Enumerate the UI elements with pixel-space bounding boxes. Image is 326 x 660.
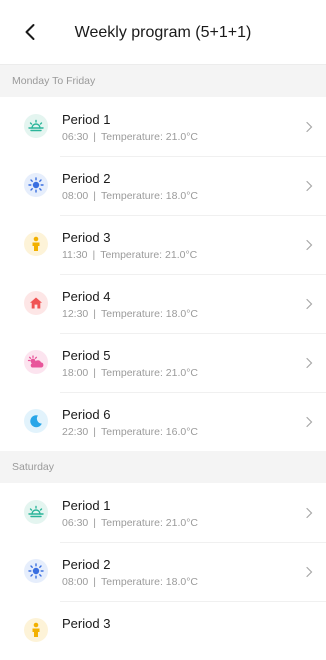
period-temperature: Temperature: 18.0°C xyxy=(101,308,199,320)
period-name: Period 5 xyxy=(62,348,111,363)
period-temperature: Temperature: 21.0°C xyxy=(101,517,199,529)
page-title: Weekly program (5+1+1) xyxy=(74,24,252,41)
period-row[interactable]: Period 1 06:30 | Temperature: 21.0°C xyxy=(0,97,326,156)
sunset-cloud-icon xyxy=(24,350,48,374)
period-time: 11:30 xyxy=(62,249,88,261)
separator: | xyxy=(92,249,96,261)
person-icon xyxy=(24,232,48,256)
period-name: Period 2 xyxy=(62,171,111,186)
period-row[interactable]: Period 3 xyxy=(0,601,326,660)
chevron-right-icon xyxy=(306,507,313,519)
period-details: 11:30 | Temperature: 21.0°C xyxy=(62,249,197,261)
period-row[interactable]: Period 2 08:00 | Temperature: 18.0°C xyxy=(0,156,326,215)
period-row[interactable]: Period 2 08:00 | Temperature: 18.0°C xyxy=(0,542,326,601)
sunrise-icon xyxy=(24,114,48,138)
period-details: 12:30 | Temperature: 18.0°C xyxy=(62,308,198,320)
chevron-right-icon xyxy=(306,416,313,428)
chevron-right-icon xyxy=(306,239,313,251)
period-details: 18:00 | Temperature: 21.0°C xyxy=(62,367,198,379)
period-details: 06:30 | Temperature: 21.0°C xyxy=(62,517,198,529)
separator: | xyxy=(93,576,97,588)
sun-icon xyxy=(24,173,48,197)
period-details: 08:00 | Temperature: 18.0°C xyxy=(62,190,198,202)
period-time: 08:00 xyxy=(62,190,89,202)
top-bar: Weekly program (5+1+1) xyxy=(0,0,326,65)
period-temperature: Temperature: 21.0°C xyxy=(100,249,198,261)
chevron-left-icon xyxy=(25,24,35,40)
period-row[interactable]: Period 4 12:30 | Temperature: 18.0°C xyxy=(0,274,326,333)
moon-icon xyxy=(24,409,48,433)
period-time: 18:00 xyxy=(62,367,89,379)
period-name: Period 4 xyxy=(62,289,111,304)
chevron-right-icon xyxy=(306,121,313,133)
period-time: 06:30 xyxy=(62,517,89,529)
chevron-right-icon xyxy=(306,298,313,310)
separator: | xyxy=(93,517,97,529)
period-temperature: Temperature: 21.0°C xyxy=(101,131,199,143)
period-details: 22:30 | Temperature: 16.0°C xyxy=(62,426,198,438)
section-header-saturday: Saturday xyxy=(0,451,326,483)
period-time: 12:30 xyxy=(62,308,89,320)
period-name: Period 6 xyxy=(62,407,111,422)
separator: | xyxy=(93,131,97,143)
period-time: 08:00 xyxy=(62,576,89,588)
person-icon xyxy=(24,618,48,642)
period-name: Period 1 xyxy=(62,498,111,513)
period-row[interactable]: Period 5 18:00 | Temperature: 21.0°C xyxy=(0,333,326,392)
period-time: 06:30 xyxy=(62,131,89,143)
back-button[interactable] xyxy=(18,20,42,44)
period-name: Period 2 xyxy=(62,557,111,572)
period-name: Period 3 xyxy=(62,230,111,245)
period-temperature: Temperature: 16.0°C xyxy=(101,426,199,438)
period-details: 06:30 | Temperature: 21.0°C xyxy=(62,131,198,143)
home-icon xyxy=(24,291,48,315)
period-name: Period 3 xyxy=(62,616,111,631)
chevron-right-icon xyxy=(306,566,313,578)
section-header-weekdays: Monday To Friday xyxy=(0,65,326,97)
period-row[interactable]: Period 6 22:30 | Temperature: 16.0°C xyxy=(0,392,326,451)
period-temperature: Temperature: 18.0°C xyxy=(101,190,199,202)
sun-icon xyxy=(24,559,48,583)
separator: | xyxy=(93,426,97,438)
period-details: 08:00 | Temperature: 18.0°C xyxy=(62,576,198,588)
separator: | xyxy=(93,308,97,320)
period-time: 22:30 xyxy=(62,426,89,438)
period-name: Period 1 xyxy=(62,112,111,127)
separator: | xyxy=(93,190,97,202)
period-list: Monday To Friday Period 1 06:30 | Temperat… xyxy=(0,65,326,660)
period-temperature: Temperature: 21.0°C xyxy=(101,367,199,379)
chevron-right-icon xyxy=(306,357,313,369)
period-row[interactable]: Period 1 06:30 | Temperature: 21.0°C xyxy=(0,483,326,542)
sunrise-icon xyxy=(24,500,48,524)
period-row[interactable]: Period 3 11:30 | Temperature: 21.0°C xyxy=(0,215,326,274)
chevron-right-icon xyxy=(306,180,313,192)
period-temperature: Temperature: 18.0°C xyxy=(101,576,199,588)
separator: | xyxy=(93,367,97,379)
